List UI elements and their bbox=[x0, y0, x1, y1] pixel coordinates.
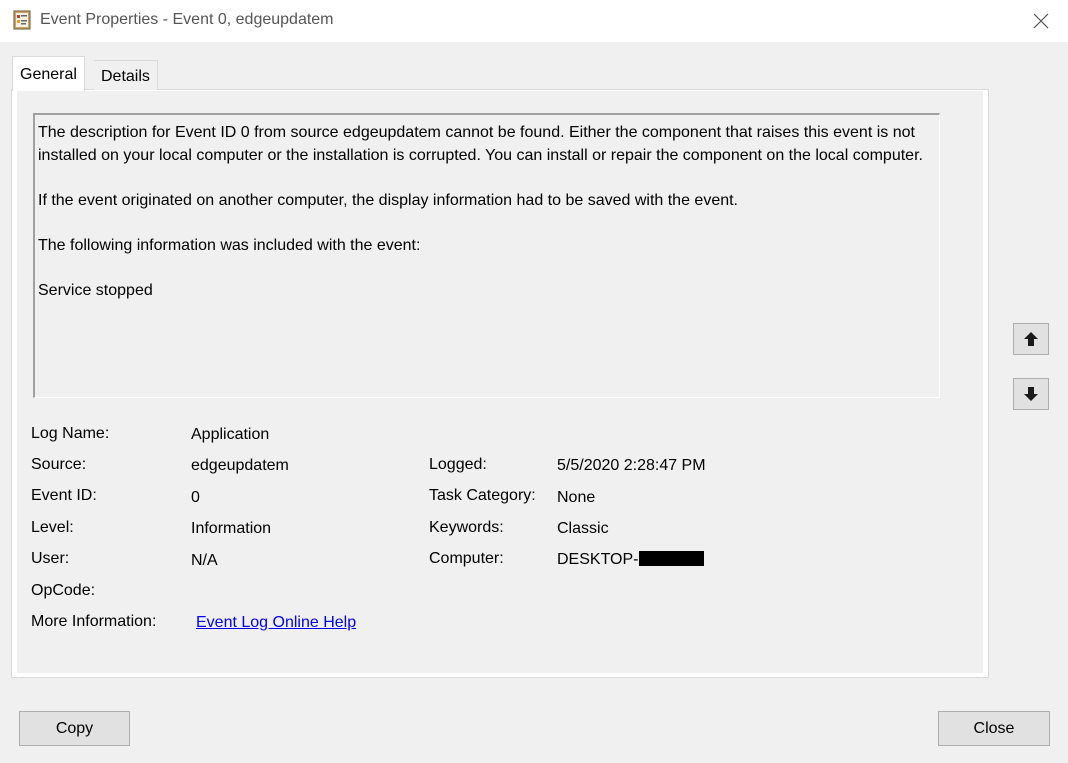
computer-label: Computer: bbox=[429, 550, 504, 567]
tab-general[interactable]: General bbox=[12, 56, 85, 91]
event-log-online-help-link[interactable]: Event Log Online Help bbox=[196, 613, 356, 633]
event-id-label: Event ID: bbox=[31, 487, 97, 504]
description-paragraph: The following information was included w… bbox=[38, 236, 421, 254]
task-category-label: Task Category: bbox=[429, 487, 536, 504]
redaction-bar bbox=[638, 551, 704, 566]
level-value[interactable]: Information bbox=[191, 519, 271, 539]
close-button[interactable]: Close bbox=[938, 711, 1050, 746]
close-icon[interactable] bbox=[1028, 8, 1054, 34]
event-description-box[interactable]: The description for Event ID 0 from sour… bbox=[33, 113, 940, 398]
keywords-value[interactable]: Classic bbox=[557, 519, 609, 539]
source-label: Source: bbox=[31, 456, 87, 473]
description-paragraph: The description for Event ID 0 from sour… bbox=[38, 124, 923, 164]
title-bar: Event Properties - Event 0, edgeupdatem bbox=[0, 0, 1068, 42]
copy-button[interactable]: Copy bbox=[19, 711, 130, 746]
logged-label: Logged: bbox=[429, 456, 487, 473]
source-value[interactable]: edgeupdatem bbox=[191, 456, 289, 476]
arrow-up-icon bbox=[1024, 332, 1038, 346]
event-viewer-icon bbox=[13, 10, 31, 30]
log-name-value[interactable]: Application bbox=[191, 425, 269, 445]
user-value[interactable]: N/A bbox=[191, 551, 218, 571]
window-title: Event Properties - Event 0, edgeupdatem bbox=[40, 11, 334, 28]
description-paragraph: If the event originated on another compu… bbox=[38, 191, 738, 209]
computer-value[interactable]: DESKTOP- bbox=[557, 550, 704, 570]
opcode-label: OpCode: bbox=[31, 582, 96, 599]
level-label: Level: bbox=[31, 519, 74, 536]
next-event-button[interactable] bbox=[1013, 378, 1049, 410]
tab-details[interactable]: Details bbox=[94, 60, 158, 90]
log-name-label: Log Name: bbox=[31, 425, 110, 442]
arrow-down-icon bbox=[1024, 387, 1038, 401]
previous-event-button[interactable] bbox=[1013, 323, 1049, 355]
more-information-label: More Information: bbox=[31, 613, 157, 630]
description-paragraph: Service stopped bbox=[38, 281, 153, 299]
user-label: User: bbox=[31, 550, 70, 567]
logged-value[interactable]: 5/5/2020 2:28:47 PM bbox=[557, 456, 706, 476]
computer-name-text: DESKTOP- bbox=[557, 551, 639, 568]
keywords-label: Keywords: bbox=[429, 519, 504, 536]
event-id-value[interactable]: 0 bbox=[191, 488, 200, 508]
task-category-value[interactable]: None bbox=[557, 488, 595, 508]
